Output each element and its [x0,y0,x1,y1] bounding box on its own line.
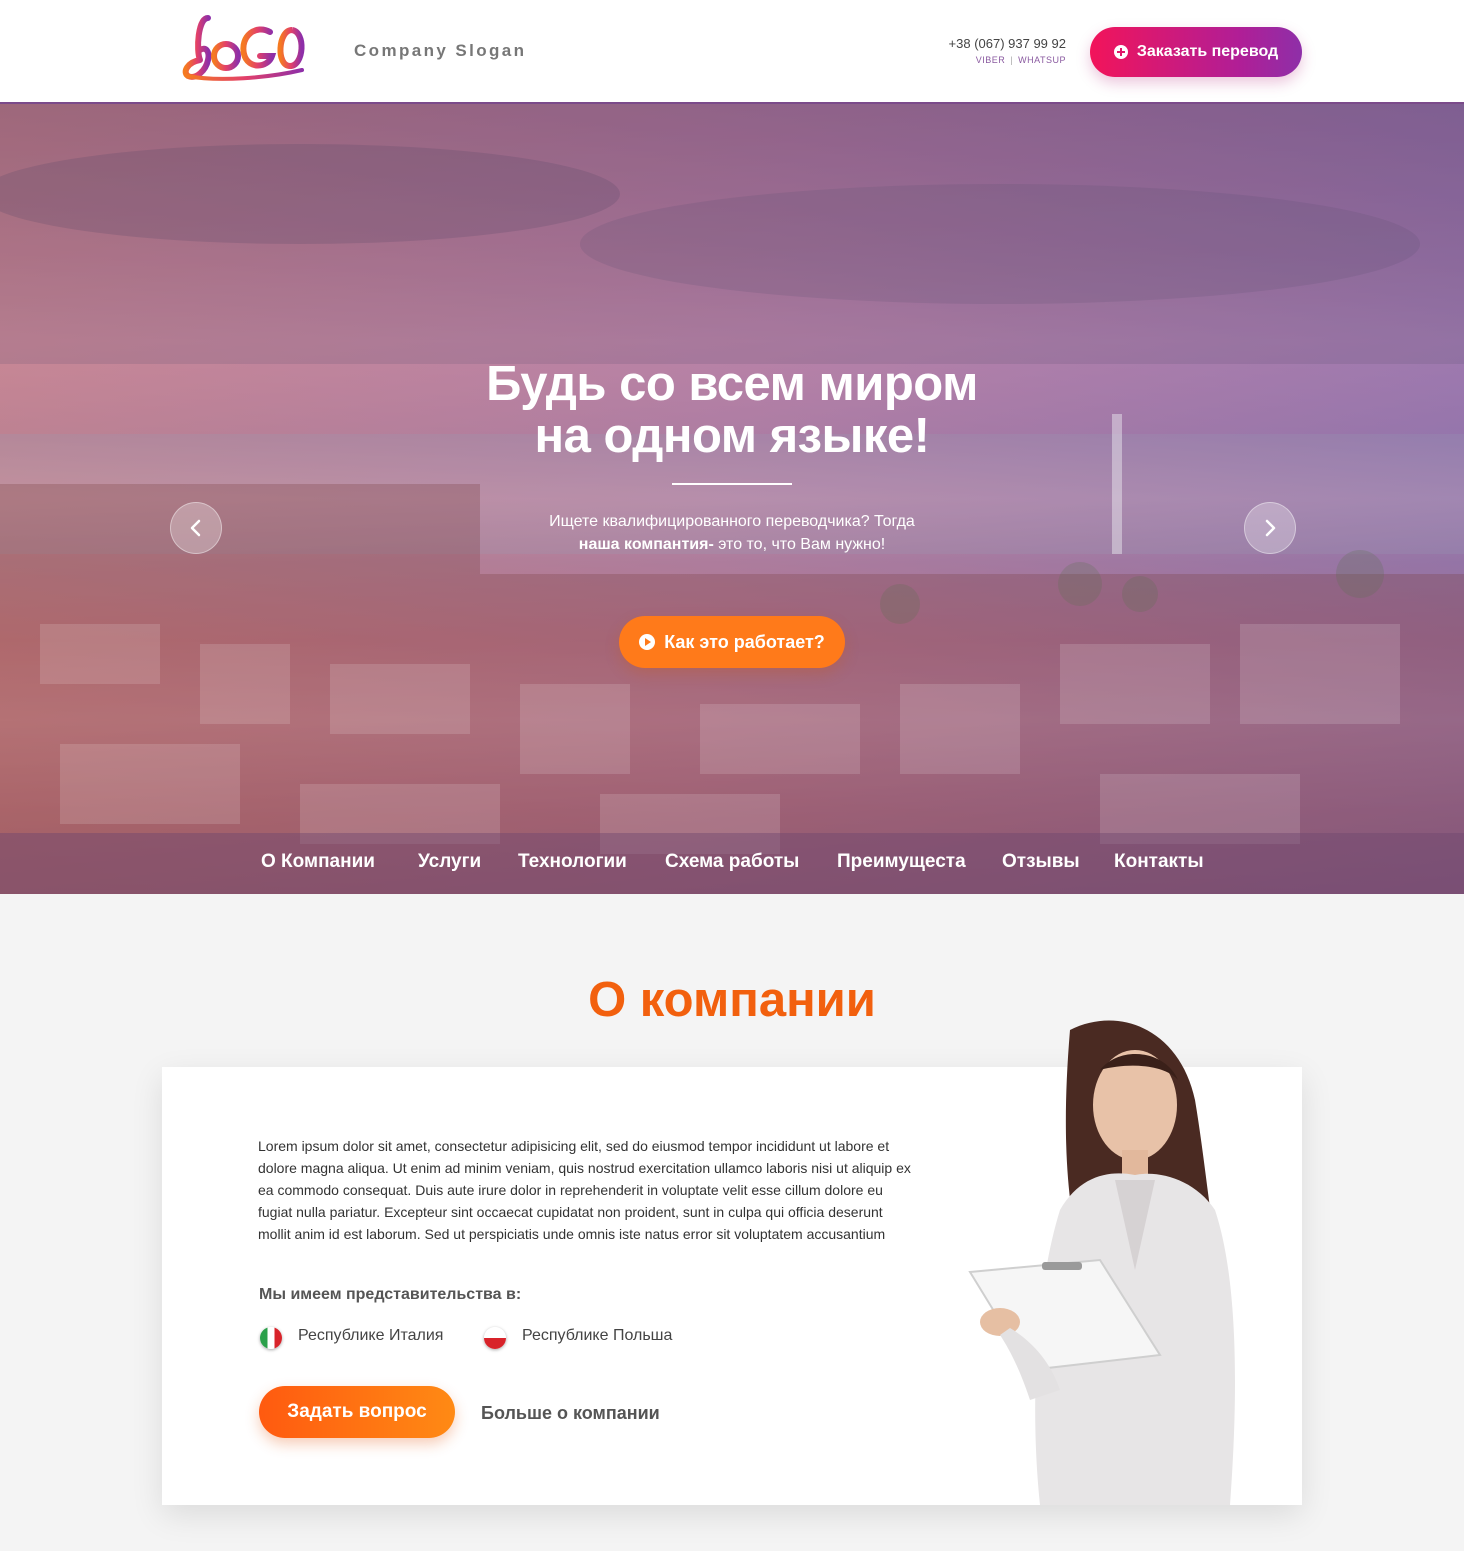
how-it-works-label: Как это работает? [664,631,825,652]
nav-item-workflow[interactable]: Схема работы [665,851,799,873]
main-nav: О Компании Услуги Технологии Схема работ… [0,833,1464,894]
site-header: Company Slogan +38 (067) 937 99 92 VIBER… [0,0,1464,104]
nav-item-contacts[interactable]: Контакты [1114,851,1204,873]
nav-item-reviews[interactable]: Отзывы [1002,851,1080,873]
hero-title: Будь со всем миром на одном языке! [0,358,1464,462]
business-woman-photo [968,1020,1235,1505]
chevron-left-icon [190,519,201,537]
logo[interactable] [178,10,310,82]
chevron-right-icon [1265,519,1276,537]
nav-item-advantages[interactable]: Преимущеста [837,851,966,873]
slider-next-button[interactable] [1244,502,1296,554]
phone-messengers: VIBER | WHATSUP [900,55,1066,65]
country-poland: Республике Польша [522,1327,673,1344]
viber-link[interactable]: VIBER [976,55,1006,65]
company-slogan: Company Slogan [354,41,527,60]
city-background-image [0,104,1464,894]
ask-question-button[interactable]: Задать вопрос [259,1386,455,1438]
hero-slider: Будь со всем миром на одном языке! Ищете… [0,104,1464,894]
about-text: Lorem ipsum dolor sit amet, consectetur … [258,1138,911,1242]
whatsup-link[interactable]: WHATSUP [1018,55,1066,65]
more-about-link[interactable]: Больше о компании [481,1403,660,1424]
plus-circle-icon [1113,45,1128,59]
nav-item-technologies[interactable]: Технологии [518,851,627,873]
country-italy: Республике Италия [298,1327,444,1344]
hero-subtitle-rest: это то, что Вам нужно! [713,536,886,553]
hero-title-line1: Будь со всем миром [486,357,978,411]
hero-subtitle-bold: наша компантия- [578,536,714,553]
italy-flag-icon [260,1327,282,1349]
play-circle-icon [639,634,656,650]
order-translation-button[interactable]: Заказать перевод [1090,27,1302,77]
poland-flag-icon [484,1327,506,1349]
hero-title-line2: на одном языке! [534,409,930,463]
slider-prev-button[interactable] [170,502,222,554]
nav-item-services[interactable]: Услуги [418,851,481,873]
phone-number[interactable]: +38 (067) 937 99 92 [900,36,1066,51]
hero-divider [672,483,792,485]
order-button-label: Заказать перевод [1136,43,1279,60]
how-it-works-button[interactable]: Как это работает? [619,616,845,668]
messenger-separator: | [1010,55,1014,65]
representations-label: Мы имеем представительства в: [259,1286,522,1303]
nav-item-about[interactable]: О Компании [261,851,375,873]
